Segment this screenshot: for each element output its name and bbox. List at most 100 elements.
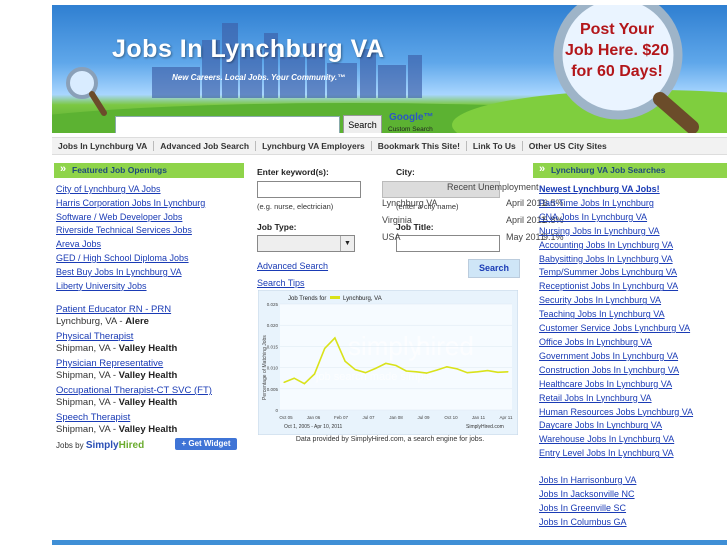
- y-tick-label: 0.005: [267, 387, 279, 392]
- search-link[interactable]: Nursing Jobs In Lynchburg VA: [539, 225, 693, 239]
- search-link[interactable]: Retail Jobs In Lynchburg VA: [539, 392, 693, 406]
- magnifier-icon: [66, 67, 107, 116]
- x-tick-label: Oct 10: [444, 415, 458, 420]
- job-title-link[interactable]: Patient Educator RN - PRN: [56, 304, 212, 316]
- job-title-link[interactable]: Occupational Therapist-CT SVC (FT): [56, 385, 212, 397]
- search-link[interactable]: Receptionist Jobs In Lynchburg VA: [539, 280, 693, 294]
- city-link[interactable]: Jobs In Jacksonville NC: [539, 488, 636, 502]
- simplyhired-credit[interactable]: Jobs by SimplyHired: [56, 440, 144, 451]
- search-link[interactable]: Human Resources Jobs Lynchburg VA: [539, 406, 693, 420]
- search-link[interactable]: Part-Time Jobs In Lynchburg: [539, 197, 693, 211]
- site-search-button[interactable]: Search: [343, 115, 382, 133]
- series-point: [303, 383, 305, 385]
- get-widget-button[interactable]: + Get Widget: [175, 438, 237, 450]
- search-link[interactable]: Accounting Jobs In Lynchburg VA: [539, 239, 693, 253]
- city-link[interactable]: Jobs In Harrisonburg VA: [539, 474, 636, 488]
- watermark-simply: simply: [348, 331, 422, 361]
- series-point: [395, 364, 397, 367]
- keyword-hint: (e.g. nurse, electrician): [257, 202, 334, 211]
- job-company: Valley Health: [118, 370, 178, 381]
- job-company: Valley Health: [118, 343, 178, 354]
- keyword-input[interactable]: [257, 181, 361, 198]
- job-location: Shipman, VA - Valley Health: [56, 424, 178, 435]
- series-point: [466, 372, 468, 374]
- x-tick-label: Jan 11: [472, 415, 486, 420]
- search-link[interactable]: CNA Jobs In Lynchburg VA: [539, 211, 693, 225]
- search-link[interactable]: Government Jobs In Lynchburg VA: [539, 350, 693, 364]
- search-link[interactable]: Construction Jobs In Lynchburg VA: [539, 364, 693, 378]
- featured-link[interactable]: Harris Corporation Jobs In Lynchburg: [56, 197, 205, 211]
- series-point: [507, 371, 509, 373]
- search-link[interactable]: Temp/Summer Jobs Lynchburg VA: [539, 266, 693, 280]
- search-link[interactable]: Office Jobs In Lynchburg VA: [539, 336, 693, 350]
- series-point: [385, 362, 387, 364]
- site-title[interactable]: Jobs In Lynchburg VA: [112, 35, 385, 64]
- search-link[interactable]: Healthcare Jobs In Lynchburg VA: [539, 378, 693, 392]
- series-point: [405, 370, 407, 372]
- nav-bookmark[interactable]: Bookmark This Site!: [372, 141, 467, 151]
- series-point: [354, 369, 356, 371]
- featured-link[interactable]: Software / Web Developer Jobs: [56, 211, 205, 225]
- series-point: [293, 377, 295, 379]
- featured-link[interactable]: Riverside Technical Services Jobs: [56, 224, 205, 238]
- main-nav: Jobs In Lynchburg VA Advanced Job Search…: [52, 137, 727, 155]
- city-label: City:: [396, 167, 415, 177]
- job-location: Shipman, VA - Valley Health: [56, 343, 178, 354]
- unemployment-header: Recent Unemployment: [447, 182, 539, 192]
- search-link[interactable]: Security Jobs In Lynchburg VA: [539, 294, 693, 308]
- advanced-search-link[interactable]: Advanced Search: [257, 260, 328, 274]
- job-search-button[interactable]: Search: [468, 259, 520, 278]
- job-item: Physician Representative Shipman, VA - V…: [56, 358, 212, 382]
- search-tips-link[interactable]: Search Tips: [257, 277, 305, 291]
- chevron-down-icon: ▼: [340, 236, 354, 251]
- keyword-label: Enter keyword(s):: [257, 167, 329, 177]
- y-tick-label: 0.025: [267, 302, 279, 307]
- featured-link[interactable]: Areva Jobs: [56, 238, 205, 252]
- search-link[interactable]: Daycare Jobs In Lynchburg VA: [539, 419, 693, 433]
- series-point: [324, 347, 326, 350]
- search-link[interactable]: Babysitting Jobs In Lynchburg VA: [539, 253, 693, 267]
- job-company: Valley Health: [118, 397, 178, 408]
- featured-job-list: City of Lynchburg VA Jobs Harris Corpora…: [56, 183, 205, 293]
- search-link[interactable]: Newest Lynchburg VA Jobs!: [539, 183, 693, 197]
- job-item: Speech Therapist Shipman, VA - Valley He…: [56, 412, 212, 436]
- job-item: Occupational Therapist-CT SVC (FT) Shipm…: [56, 385, 212, 409]
- featured-link[interactable]: City of Lynchburg VA Jobs: [56, 183, 205, 197]
- search-link[interactable]: Entry Level Jobs In Lynchburg VA: [539, 447, 693, 461]
- job-title-input[interactable]: [396, 235, 500, 252]
- search-link[interactable]: Warehouse Jobs In Lynchburg VA: [539, 433, 693, 447]
- featured-link[interactable]: Liberty University Jobs: [56, 280, 205, 294]
- series-point: [415, 371, 417, 373]
- promo-link[interactable]: Post Your Job Here. $20 for 60 Days!: [562, 19, 672, 82]
- job-title-link[interactable]: Physician Representative: [56, 358, 212, 370]
- other-city-links: Jobs In Harrisonburg VA Jobs In Jacksonv…: [539, 474, 636, 530]
- series-point: [436, 369, 438, 371]
- promo-line-3: for 60 Days!: [571, 63, 663, 80]
- job-type-select[interactable]: ▼: [257, 235, 355, 252]
- city-link[interactable]: Jobs In Greenville SC: [539, 502, 636, 516]
- y-tick-label: 0.010: [267, 366, 279, 371]
- job-type-label: Job Type:: [257, 222, 297, 232]
- custom-search-label: Custom Search: [388, 126, 433, 133]
- job-title-link[interactable]: Speech Therapist: [56, 412, 212, 424]
- series-point: [375, 367, 377, 369]
- x-tick-label: Feb 07: [334, 415, 349, 420]
- job-title-link[interactable]: Physical Therapist: [56, 331, 212, 343]
- nav-advanced-job-search[interactable]: Advanced Job Search: [154, 141, 257, 151]
- featured-link[interactable]: GED / High School Diploma Jobs: [56, 252, 205, 266]
- search-link[interactable]: Teaching Jobs In Lynchburg VA: [539, 308, 693, 322]
- search-link[interactable]: Customer Service Jobs Lynchburg VA: [539, 322, 693, 336]
- site-search-input[interactable]: [115, 116, 340, 133]
- nav-link-to-us[interactable]: Link To Us: [467, 141, 523, 151]
- city-link[interactable]: Jobs In Columbus GA: [539, 516, 636, 530]
- nav-jobs-in-lynchburg[interactable]: Jobs In Lynchburg VA: [52, 141, 155, 151]
- featured-link[interactable]: Best Buy Jobs In Lynchburg VA: [56, 266, 205, 280]
- job-location: Shipman, VA - Valley Health: [56, 397, 178, 408]
- series-point: [364, 372, 367, 374]
- job-company: Alere: [125, 316, 149, 327]
- job-trends-chart: Job Trends for Lynchburg, VA simply hire…: [258, 290, 518, 435]
- nav-lynchburg-employers[interactable]: Lynchburg VA Employers: [256, 141, 372, 151]
- series-point: [497, 371, 499, 373]
- nav-other-city-sites[interactable]: Other US City Sites: [523, 141, 613, 151]
- job-item: Patient Educator RN - PRN Lynchburg, VA …: [56, 304, 212, 328]
